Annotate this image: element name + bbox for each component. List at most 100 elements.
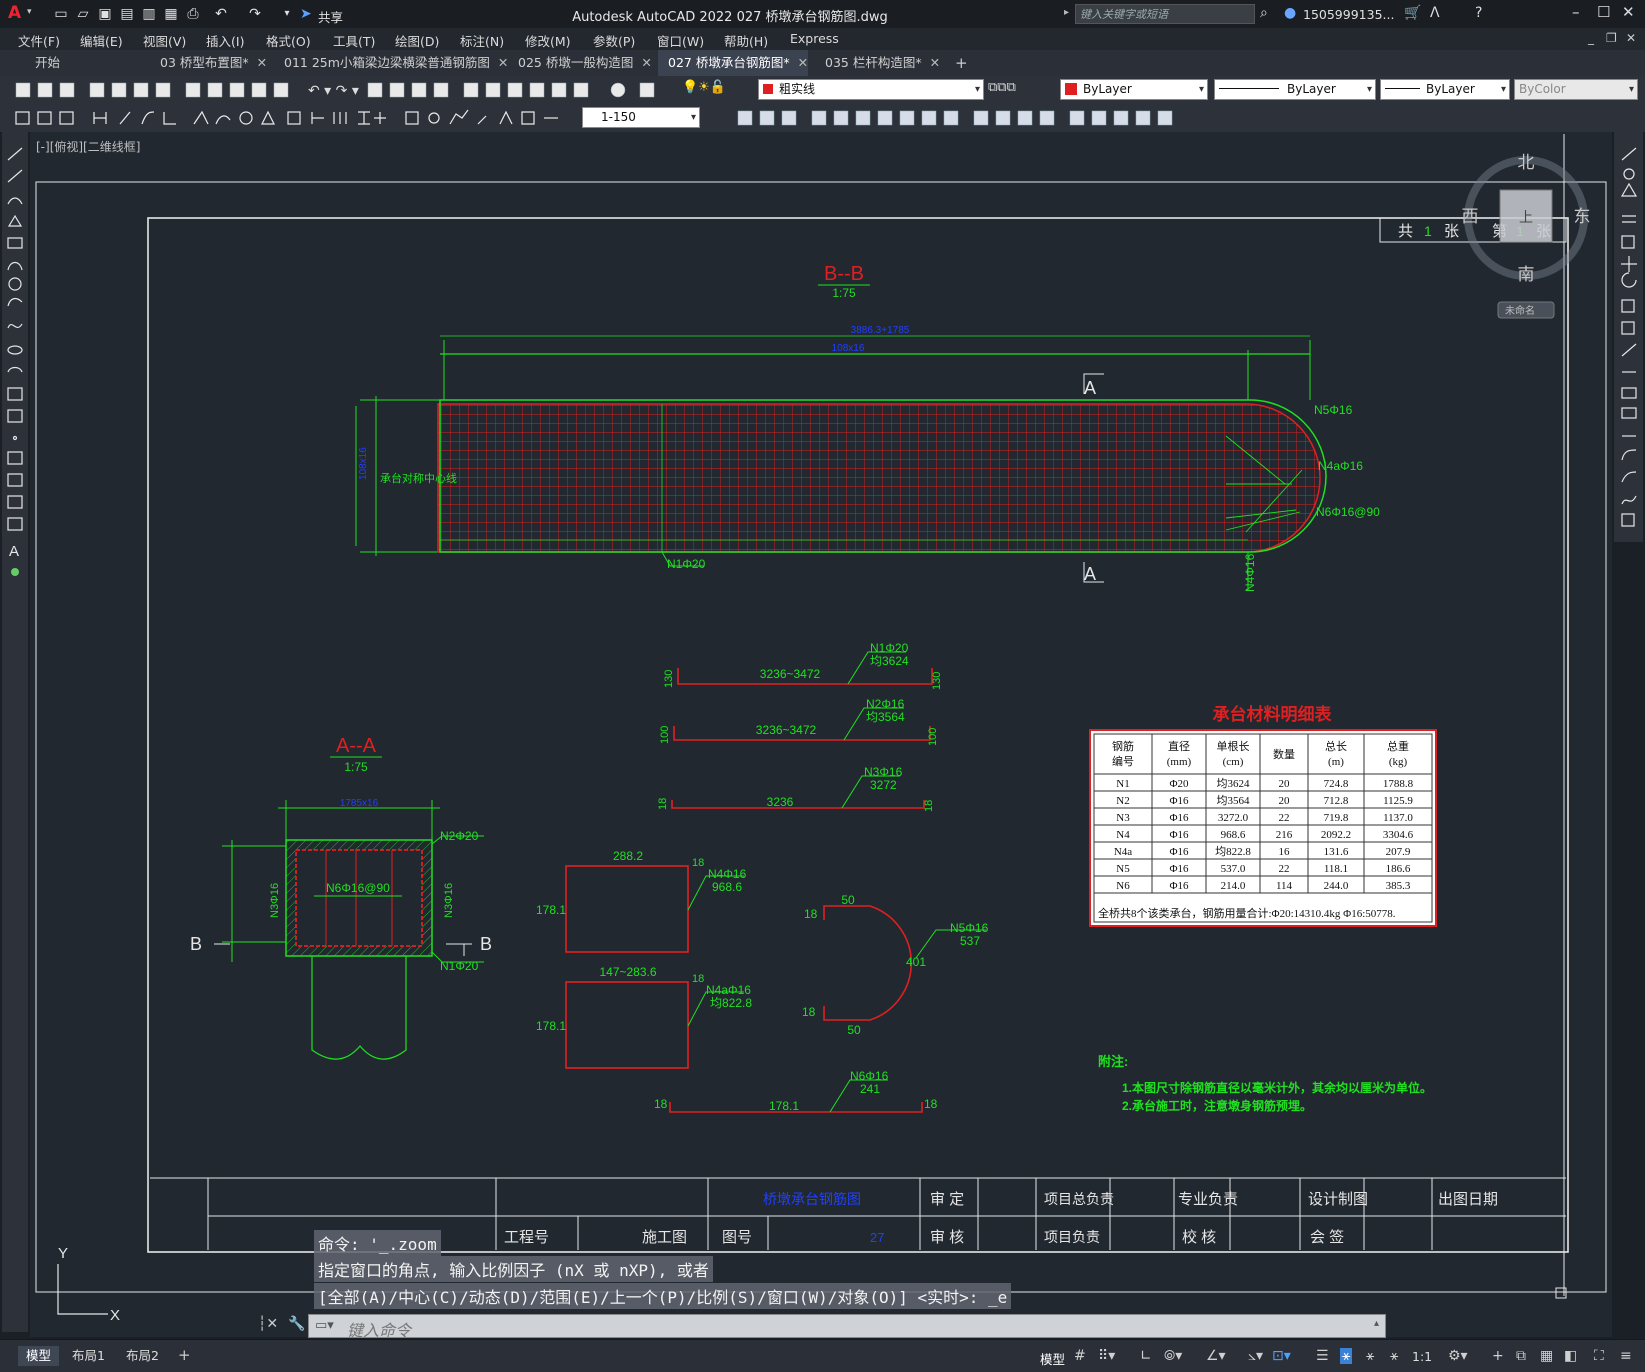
viewcube-north[interactable]: 北 (1518, 153, 1535, 172)
drawing-content[interactable]: 共 1 张 第 1 张 上 北 南 东 西 未命名 B--B 1:75 3886… (30, 132, 1612, 1337)
linetype-dropdown[interactable]: ByLayer ▾ (1214, 79, 1376, 100)
viewcube-east[interactable]: 东 (1574, 207, 1591, 226)
menu-modify[interactable]: 修改(M) (525, 31, 571, 50)
polar-icon[interactable]: ⦾▾ (1164, 1348, 1182, 1364)
minimize-window-icon[interactable]: – (1572, 3, 1580, 21)
share-label[interactable]: 共享 (318, 7, 343, 26)
annotation-monitor-icon[interactable]: + (1492, 1348, 1504, 1364)
lineweight-dropdown[interactable]: ByLayer ▾ (1380, 79, 1510, 100)
save-as-icon[interactable]: ▤ (118, 5, 136, 23)
viewcube[interactable]: 上 北 南 东 西 未命名 (1462, 153, 1591, 319)
menu-file[interactable]: 文件(F) (18, 31, 60, 50)
doc-restore-icon[interactable]: ❐ (1606, 31, 1617, 45)
add-layout-icon[interactable]: + (178, 1346, 191, 1364)
snap-icon[interactable]: ⠿▾ (1098, 1348, 1115, 1364)
tab-start[interactable]: 开始 (25, 50, 150, 76)
layer-tools-icon[interactable]: ⧉⧉⧉ (988, 80, 1016, 95)
close-tab-icon[interactable]: ✕ (798, 55, 808, 70)
grid-icon[interactable]: # (1074, 1348, 1086, 1364)
menu-express[interactable]: Express (790, 31, 839, 46)
customize-status-icon[interactable]: ≡ (1620, 1348, 1632, 1364)
menu-insert[interactable]: 插入(I) (206, 31, 244, 50)
menu-draw[interactable]: 绘图(D) (395, 31, 439, 50)
open-file-icon[interactable]: ▱ (74, 5, 92, 23)
isolate-objects-icon[interactable]: ◧ (1564, 1348, 1577, 1364)
draw-tools-icon[interactable]: A (2, 132, 28, 592)
tab-pier-general[interactable]: 025 桥墩一般构造图 ✕ (508, 50, 653, 76)
quick-access-dropdown-icon[interactable]: ▾ (278, 5, 296, 23)
print-icon[interactable]: ⎙ (184, 5, 202, 23)
help-icon[interactable]: ? (1475, 5, 1482, 21)
menu-format[interactable]: 格式(O) (266, 31, 311, 50)
modify-tools-icon[interactable] (702, 108, 1222, 128)
maximize-window-icon[interactable]: ☐ (1597, 3, 1610, 21)
menu-view[interactable]: 视图(V) (143, 31, 186, 50)
new-file-icon[interactable]: ▭ (52, 5, 70, 23)
menu-dimension[interactable]: 标注(N) (460, 31, 504, 50)
layout-tab-layout2[interactable]: 布局2 (118, 1346, 167, 1366)
ortho-icon[interactable]: ∟ (1140, 1348, 1152, 1364)
close-tab-icon[interactable]: ✕ (930, 55, 940, 70)
autocad-logo[interactable]: A (8, 3, 21, 23)
command-close-icon[interactable]: ┆✕ (258, 1316, 278, 1332)
annotation-visibility-icon[interactable]: ⚹ (1340, 1348, 1353, 1364)
isodraft-icon[interactable]: ⦣▾ (1248, 1348, 1263, 1364)
menu-edit[interactable]: 编辑(E) (80, 31, 123, 50)
command-customize-icon[interactable]: 🔧 (288, 1316, 305, 1332)
search-input[interactable]: 键入关键字或短语 (1075, 4, 1255, 24)
cart-icon[interactable]: 🛒 (1404, 5, 1421, 21)
layout-tab-model[interactable]: 模型 (18, 1346, 60, 1366)
app-menu-dropdown-icon[interactable]: ▾ (27, 7, 32, 17)
dimension-scale-dropdown[interactable]: 1-150 ▾ (582, 107, 700, 128)
search-icon[interactable]: ⌕ (1260, 5, 1268, 21)
close-tab-icon[interactable]: ✕ (257, 55, 267, 70)
layer-dropdown[interactable]: 粗实线 ▾ (758, 79, 984, 100)
color-dropdown[interactable]: ByLayer ▾ (1060, 79, 1208, 100)
doc-minimize-icon[interactable]: _ (1588, 31, 1594, 45)
publish-icon[interactable]: ▦ (162, 5, 180, 23)
viewcube-south[interactable]: 南 (1518, 265, 1535, 284)
tab-bridge-layout[interactable]: 03 桥型布置图* ✕ (150, 50, 274, 76)
layer-state-icons[interactable]: 💡☀🔓 (682, 80, 726, 95)
plot-preview-icon[interactable]: ▥ (140, 5, 158, 23)
menu-help[interactable]: 帮助(H) (724, 31, 768, 50)
chevron-right-icon[interactable]: ▸ (1064, 7, 1069, 18)
doc-close-icon[interactable]: ✕ (1626, 31, 1636, 45)
clean-screen-icon[interactable]: ⛶ (1594, 1348, 1604, 1364)
plotstyle-dropdown[interactable]: ByColor ▾ (1514, 79, 1638, 100)
share-icon[interactable]: ➤ (300, 6, 312, 22)
close-window-icon[interactable]: ✕ (1622, 3, 1635, 21)
close-tab-icon[interactable]: ✕ (498, 55, 508, 70)
workspace-gear-icon[interactable]: ⚙▾ (1448, 1348, 1468, 1364)
new-tab-icon[interactable]: + (955, 54, 968, 72)
standard-tools-icon[interactable]: ↶ ▾ ↷ ▾ (8, 80, 708, 100)
undo-icon[interactable]: ↶ (212, 5, 230, 23)
close-tab-icon[interactable]: ✕ (641, 55, 651, 70)
units-icon[interactable]: ⧉ (1516, 1348, 1526, 1364)
modify-side-tools-icon[interactable] (1614, 132, 1643, 542)
autodesk-app-icon[interactable]: Λ (1430, 5, 1440, 21)
menu-window[interactable]: 窗口(W) (657, 31, 704, 50)
object-snap-icon[interactable]: ⊡▾ (1272, 1348, 1291, 1364)
dimension-tools-icon[interactable] (8, 108, 578, 128)
auto-scale-icon[interactable]: ⚹ (1366, 1348, 1374, 1364)
menu-tools[interactable]: 工具(T) (333, 31, 375, 50)
tab-pier-cap-rebar[interactable]: 027 桥墩承台钢筋图* ✕ (658, 50, 808, 76)
wcs-menu[interactable]: 未命名 (1505, 304, 1535, 317)
osnap-tracking-icon[interactable]: ∠▾ (1206, 1348, 1226, 1364)
layout-tab-layout1[interactable]: 布局1 (64, 1346, 113, 1366)
tab-railing[interactable]: 035 栏杆构造图* ✕ (815, 50, 947, 76)
save-icon[interactable]: ▣ (96, 5, 114, 23)
quick-properties-icon[interactable]: ▦ (1540, 1348, 1553, 1364)
annotation-scale-value[interactable]: 1:1 (1412, 1349, 1432, 1364)
user-icon[interactable]: ● (1284, 5, 1296, 21)
viewcube-top[interactable]: 上 (1519, 209, 1533, 225)
viewcube-west[interactable]: 西 (1462, 207, 1479, 226)
model-space-toggle[interactable]: 模型 (1040, 1349, 1065, 1368)
annotation-scale-icon[interactable]: ⚹ (1390, 1348, 1398, 1364)
tab-box-girder[interactable]: 011 25m小箱梁边梁横梁普通钢筋图 ✕ (274, 50, 508, 76)
lineweight-icon[interactable]: ☰ (1316, 1348, 1329, 1364)
redo-icon[interactable]: ↷ (246, 5, 264, 23)
command-prompt-icon[interactable]: ▭▾ (315, 1318, 334, 1333)
command-history-toggle-icon[interactable]: ▴ (1374, 1318, 1379, 1329)
